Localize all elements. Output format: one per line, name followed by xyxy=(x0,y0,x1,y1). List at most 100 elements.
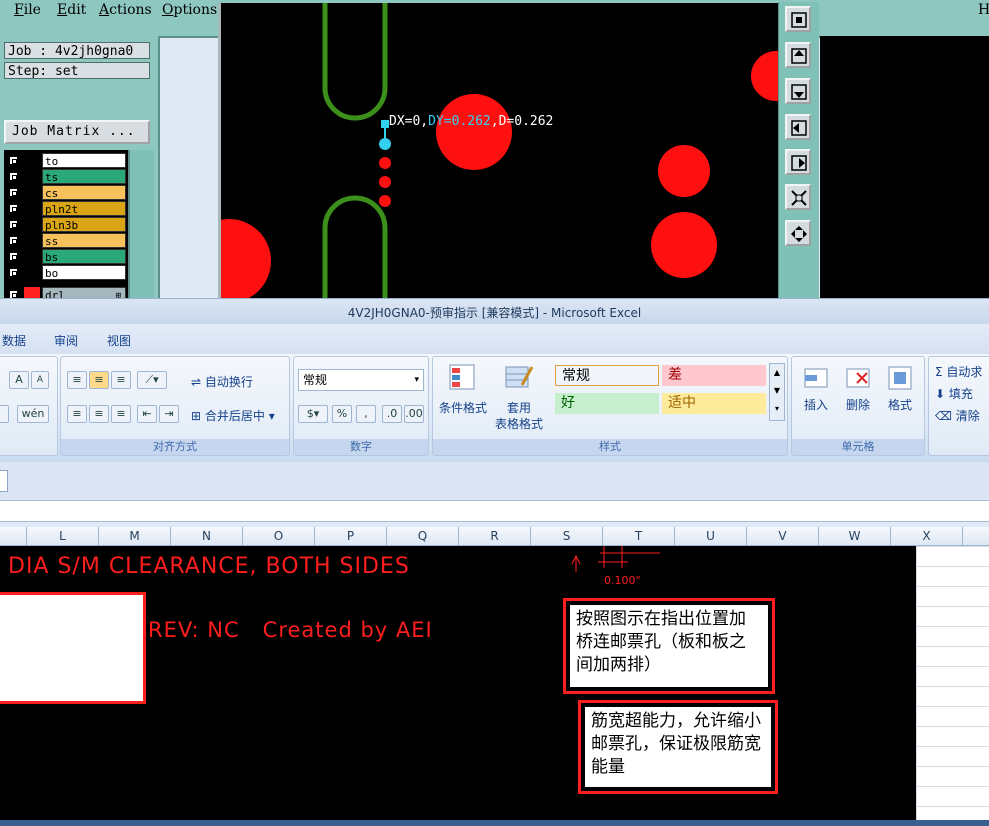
align-center-icon[interactable]: ≡ xyxy=(89,405,109,423)
column-header-W[interactable]: W xyxy=(819,527,891,545)
comma-button[interactable]: , xyxy=(356,405,376,423)
number-group-label: 数字 xyxy=(294,439,428,455)
cam-view-toolbar xyxy=(778,2,819,298)
layer-checkbox[interactable] xyxy=(9,268,18,277)
font-color-dropdown[interactable] xyxy=(0,405,9,423)
increase-decimal-icon[interactable]: .0 xyxy=(382,405,402,423)
tab-review[interactable]: 审阅 xyxy=(54,332,78,349)
align-top-icon[interactable]: ≡ xyxy=(67,371,87,389)
column-header-N[interactable]: N xyxy=(171,527,243,545)
layer-checkbox[interactable] xyxy=(9,252,18,261)
layer-checkbox[interactable] xyxy=(9,236,18,245)
layer-row-bo[interactable]: bo xyxy=(4,265,128,281)
phonetic-button[interactable]: wén xyxy=(17,405,49,423)
align-bottom-icon[interactable]: ≡ xyxy=(111,371,131,389)
align-middle-icon[interactable]: ≡ xyxy=(89,371,109,389)
orientation-icon[interactable]: ⟋▾ xyxy=(137,371,167,389)
menu-edit[interactable]: Edit xyxy=(57,2,86,18)
column-header-partial[interactable] xyxy=(0,527,27,545)
editing-group: Σ 自动求 ⬇ 填充 ⌫ 清除 xyxy=(928,356,989,456)
column-header-R[interactable]: R xyxy=(459,527,531,545)
autosum-button[interactable]: Σ 自动求 xyxy=(935,363,982,380)
column-header-L[interactable]: L xyxy=(27,527,99,545)
name-box[interactable] xyxy=(0,470,8,492)
menu-actions[interactable]: Actions xyxy=(99,2,152,18)
column-header-U[interactable]: U xyxy=(675,527,747,545)
column-header-M[interactable]: M xyxy=(99,527,171,545)
layer-name[interactable]: pln2t xyxy=(42,201,126,216)
column-header-V[interactable]: V xyxy=(747,527,819,545)
layer-checkbox[interactable] xyxy=(9,204,18,213)
layer-checkbox[interactable] xyxy=(9,188,18,197)
decrease-indent-icon[interactable]: ⇤ xyxy=(137,405,157,423)
pan-up-icon[interactable] xyxy=(785,42,811,68)
dimension-marker: 0.100" xyxy=(571,546,660,586)
layer-name[interactable]: ss xyxy=(42,233,126,248)
menu-file[interactable]: File xyxy=(14,2,41,18)
sheet-embedded-drawing[interactable]: DIA S/M CLEARANCE, BOTH SIDES REV: NC Cr… xyxy=(0,546,916,820)
style-good[interactable]: 好 xyxy=(555,393,659,414)
slot-outline-bottom xyxy=(322,195,388,298)
layer-row-bs[interactable]: bs xyxy=(4,249,128,265)
zoom-window-icon[interactable] xyxy=(785,6,811,32)
tab-data[interactable]: 数据 xyxy=(2,332,26,349)
sheet-grid[interactable] xyxy=(916,546,989,820)
delete-button[interactable]: 删除 xyxy=(840,363,876,413)
zoom-home-icon[interactable] xyxy=(785,220,811,246)
formula-input[interactable] xyxy=(0,500,989,522)
layer-color-swatch xyxy=(24,169,40,184)
layer-row-ss[interactable]: ss xyxy=(4,233,128,249)
style-bad[interactable]: 差 xyxy=(662,365,766,386)
currency-format-icon[interactable]: $▾ xyxy=(298,405,328,423)
pan-right-icon[interactable] xyxy=(785,149,811,175)
menu-options[interactable]: Options xyxy=(162,2,217,18)
layer-name[interactable]: ts xyxy=(42,169,126,184)
column-header-P[interactable]: P xyxy=(315,527,387,545)
layer-row-to[interactable]: to xyxy=(4,153,128,169)
styles-scroll-icon[interactable]: ▲ ▼ ▾ xyxy=(769,363,785,421)
layer-name[interactable]: bo xyxy=(42,265,126,280)
layer-checkbox[interactable] xyxy=(9,172,18,181)
clear-button[interactable]: ⌫ 清除 xyxy=(935,407,980,424)
percent-button[interactable]: % xyxy=(332,405,352,423)
table-format-button[interactable]: 套用 表格格式 xyxy=(489,361,549,431)
wrap-text-button[interactable]: ⇌ 自动换行 xyxy=(191,373,253,390)
layer-checkbox[interactable] xyxy=(9,156,18,165)
pad-circle xyxy=(436,94,512,170)
cam-graphic-canvas[interactable]: DX=0,DY=0.262,D=0.262 xyxy=(218,3,781,298)
layer-name[interactable]: to xyxy=(42,153,126,168)
layer-name[interactable]: bs xyxy=(42,249,126,264)
zoom-out-icon[interactable] xyxy=(785,184,811,210)
column-header-T[interactable]: T xyxy=(603,527,675,545)
column-header-Q[interactable]: Q xyxy=(387,527,459,545)
fill-button[interactable]: ⬇ 填充 xyxy=(935,385,973,402)
style-normal[interactable]: 常规 xyxy=(555,365,659,386)
align-left-icon[interactable]: ≡ xyxy=(67,405,87,423)
conditional-format-button[interactable]: 条件格式 xyxy=(439,361,487,429)
layer-name[interactable]: pln3b xyxy=(42,217,126,232)
decrease-decimal-icon[interactable]: .00 xyxy=(404,405,424,423)
job-matrix-button[interactable]: Job Matrix ... xyxy=(4,120,150,144)
grow-font-button[interactable]: A xyxy=(9,371,29,389)
number-format-dropdown[interactable]: 常规 ▾ xyxy=(298,369,424,391)
layer-row-ts[interactable]: ts xyxy=(4,169,128,185)
layer-name[interactable]: cs xyxy=(42,185,126,200)
layer-row-pln2t[interactable]: pln2t xyxy=(4,201,128,217)
format-button[interactable]: 格式 xyxy=(882,363,918,413)
shrink-font-button[interactable]: A xyxy=(31,371,49,389)
tab-view[interactable]: 视图 xyxy=(107,332,131,349)
insert-button[interactable]: 插入 xyxy=(798,363,834,413)
column-header-O[interactable]: O xyxy=(243,527,315,545)
layer-row-cs[interactable]: cs xyxy=(4,185,128,201)
merge-center-button[interactable]: ⊞ 合并后居中 ▾ xyxy=(191,407,275,424)
column-header-X[interactable]: X xyxy=(891,527,963,545)
pan-left-icon[interactable] xyxy=(785,114,811,140)
menu-help[interactable]: H xyxy=(978,2,989,18)
style-neutral[interactable]: 适中 xyxy=(662,393,766,414)
pan-down-icon[interactable] xyxy=(785,78,811,104)
increase-indent-icon[interactable]: ⇥ xyxy=(159,405,179,423)
layer-checkbox[interactable] xyxy=(9,220,18,229)
column-header-S[interactable]: S xyxy=(531,527,603,545)
align-right-icon[interactable]: ≡ xyxy=(111,405,131,423)
layer-row-pln3b[interactable]: pln3b xyxy=(4,217,128,233)
